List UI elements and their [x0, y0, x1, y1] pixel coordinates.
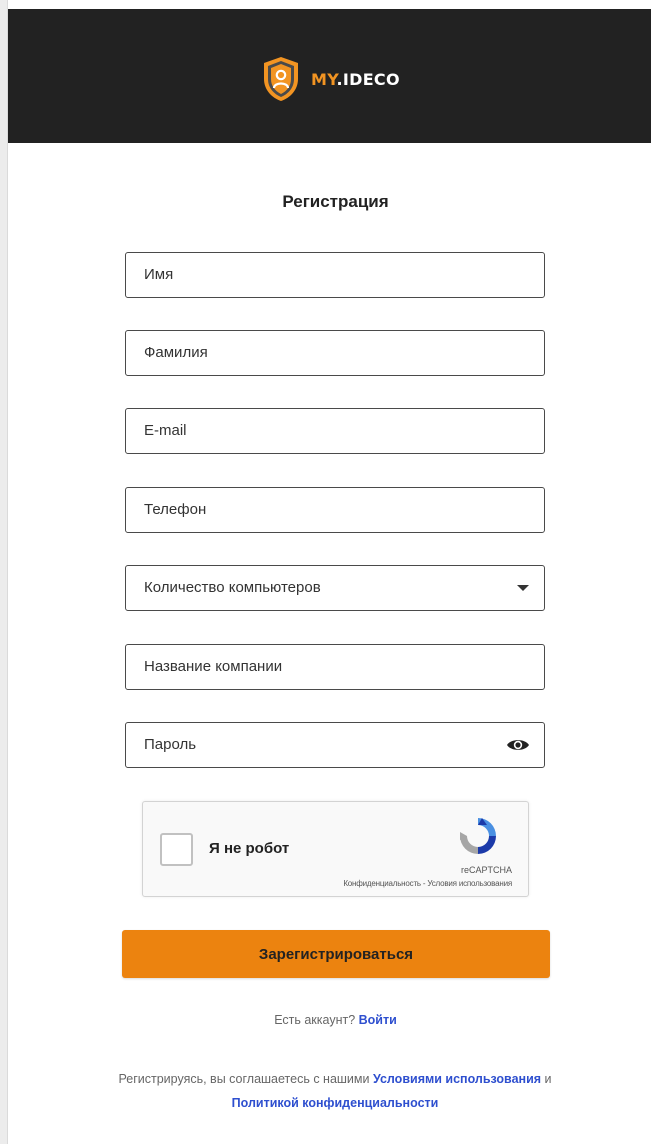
first-name-placeholder: Имя [144, 266, 174, 283]
email-field[interactable]: E-mail [125, 408, 545, 454]
recaptcha-label: Я не робот [209, 840, 290, 857]
password-placeholder: Пароль [144, 736, 197, 753]
terms-notice: Регистрируясь, вы соглашаетесь с нашими … [110, 1067, 560, 1115]
terms-of-use-link[interactable]: Условиями использования [373, 1072, 541, 1086]
last-name-placeholder: Фамилия [144, 344, 208, 361]
shield-user-icon [264, 57, 298, 101]
terms-and: и [544, 1072, 552, 1086]
terms-prefix: Регистрируясь, вы соглашаетесь с нашими [118, 1072, 370, 1086]
company-name-field[interactable]: Название компании [125, 644, 545, 690]
recaptcha-icon [460, 818, 496, 854]
email-placeholder: E-mail [144, 422, 187, 439]
privacy-policy-link[interactable]: Политикой конфиденциальности [232, 1096, 439, 1110]
computers-count-placeholder: Количество компьютеров [144, 579, 321, 596]
eye-icon[interactable] [506, 723, 530, 767]
logo-my: MY [311, 69, 337, 89]
recaptcha-terms-link[interactable]: Условия использования [427, 879, 512, 888]
logo-ideco: IDECO [342, 69, 400, 89]
recaptcha-brand: reCAPTCHA [460, 865, 512, 875]
logo-text: MY.IDECO [311, 70, 400, 89]
has-account-text: Есть аккаунт? [274, 1013, 356, 1027]
phone-placeholder: Телефон [144, 501, 207, 518]
logo[interactable]: MY.IDECO [261, 51, 400, 107]
company-name-placeholder: Название компании [144, 658, 283, 675]
recaptcha-widget: Я не робот reCAPTCHA Конфиденциальность … [142, 801, 529, 897]
password-field[interactable]: Пароль [125, 722, 545, 768]
computers-count-select[interactable]: Количество компьютеров [125, 565, 545, 611]
header-bar: MY.IDECO [8, 9, 651, 143]
phone-field[interactable]: Телефон [125, 487, 545, 533]
first-name-field[interactable]: Имя [125, 252, 545, 298]
login-link[interactable]: Войти [359, 1013, 397, 1027]
recaptcha-links: Конфиденциальность - Условия использован… [343, 879, 512, 888]
page-title: Регистрация [282, 192, 389, 211]
register-button[interactable]: Зарегистрироваться [122, 930, 550, 978]
login-prompt: Есть аккаунт? Войти [0, 1013, 651, 1027]
recaptcha-privacy-link[interactable]: Конфиденциальность [343, 879, 421, 888]
last-name-field[interactable]: Фамилия [125, 330, 545, 376]
recaptcha-checkbox[interactable] [160, 833, 193, 866]
caret-down-icon[interactable] [516, 566, 530, 610]
page-left-border [0, 0, 8, 1144]
